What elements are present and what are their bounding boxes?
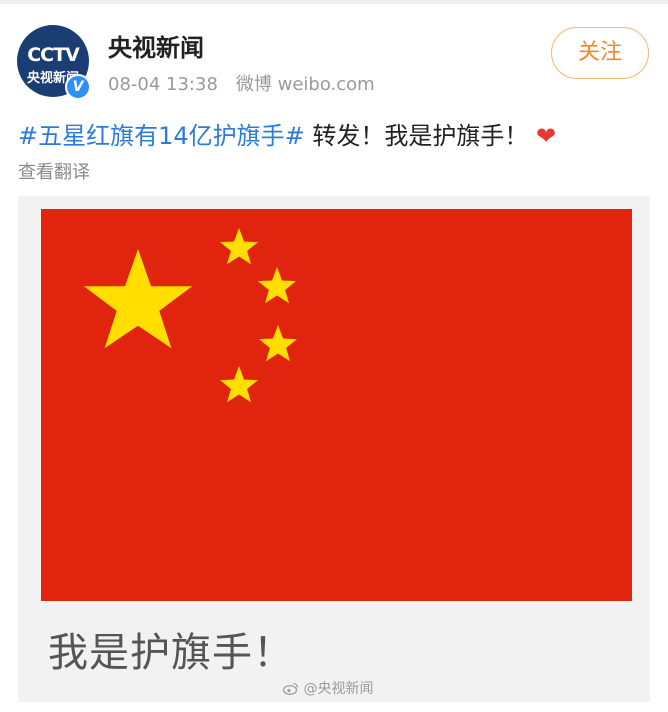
watermark-text: @央视新闻 [303,681,374,697]
post-meta: 08-04 13:38 微博 weibo.com [108,70,375,96]
large-star-icon [83,249,193,349]
weibo-logo-icon [283,682,299,695]
post-timestamp: 08-04 13:38 [108,74,218,95]
post-body: 转发！我是护旗手！ [304,122,529,150]
translate-link[interactable]: 查看翻译 [18,158,90,184]
image-watermark: @央视新闻 [283,678,373,698]
small-star-icon [258,267,296,304]
verified-badge-icon: V [65,74,91,100]
china-flag-image [41,209,632,601]
small-star-icon [220,366,258,403]
image-caption: 我是护旗手！ [48,630,294,676]
follow-button[interactable]: 关注 [551,27,649,79]
top-divider [0,0,668,4]
post-text: #五星红旗有14亿护旗手# 转发！我是护旗手！ ❤ [18,116,556,151]
hashtag-link[interactable]: #五星红旗有14亿护旗手# [18,122,305,150]
heart-emoji-icon: ❤ [536,122,557,150]
username[interactable]: 央视新闻 [108,28,204,63]
post-source[interactable]: 微博 weibo.com [236,70,375,96]
small-star-icon [220,228,258,265]
small-star-icon [259,325,297,362]
cctv-logo: CCTV [27,44,80,66]
